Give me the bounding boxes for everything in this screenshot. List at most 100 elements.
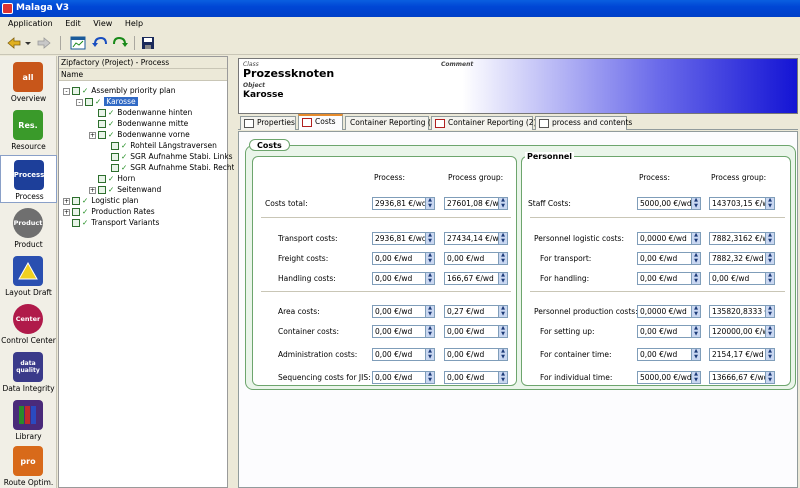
spinner-icon[interactable]: ▲ ▼ [765, 233, 774, 244]
tab-properties[interactable]: Properties [240, 116, 296, 130]
tree-node[interactable]: - ✓ Assembly priority plan [63, 85, 175, 96]
spinner-icon[interactable]: ▲ ▼ [498, 349, 507, 360]
save-icon[interactable] [140, 35, 156, 51]
menu-help[interactable]: Help [120, 17, 148, 31]
tab-process-and-contents[interactable]: process and contents [535, 116, 632, 130]
spinner-icon[interactable]: ▲ ▼ [425, 233, 434, 244]
sidebar-item-route-optim[interactable]: pro Route Optim. [0, 442, 57, 488]
spinner-icon[interactable]: ▲ ▼ [765, 198, 774, 209]
sidebar-item-data-integrity[interactable]: data quality Data Integrity [0, 348, 57, 396]
tree-node[interactable]: + ✓ Production Rates [63, 206, 155, 217]
process-value-field[interactable]: 2936,81 €/wd ▲ ▼ [372, 232, 435, 245]
back-arrow-icon[interactable] [6, 35, 22, 51]
process-group-value-field[interactable]: 143703,15 €/wd ▲ ▼ [709, 197, 775, 210]
process-group-value-field[interactable]: 0,00 €/wd ▲ ▼ [444, 325, 508, 338]
redo-icon[interactable] [112, 35, 128, 51]
spinner-icon[interactable]: ▲ ▼ [691, 349, 700, 360]
expand-toggle-icon[interactable]: + [63, 197, 70, 205]
tab-container-reporting-2[interactable]: Container Reporting (2) [431, 116, 537, 130]
spinner-icon[interactable]: ▲ ▼ [498, 372, 507, 383]
undo-icon[interactable] [92, 35, 108, 51]
process-group-value-field[interactable]: 27601,08 €/wd ▲ ▼ [444, 197, 508, 210]
menu-application[interactable]: Application [3, 17, 58, 31]
spinner-icon[interactable]: ▲ ▼ [425, 349, 434, 360]
spinner-icon[interactable]: ▲ ▼ [498, 253, 507, 264]
tree-node[interactable]: ✓ Rohteil Längstraversen [102, 140, 217, 151]
process-group-value-field[interactable]: 0,00 €/wd ▲ ▼ [709, 272, 775, 285]
spinner-icon[interactable]: ▲ ▼ [425, 306, 434, 317]
spinner-icon[interactable]: ▲ ▼ [691, 233, 700, 244]
tree-column-header[interactable]: Name [59, 69, 227, 81]
expand-toggle-icon[interactable]: - [76, 98, 83, 106]
sidebar-item-control-center[interactable]: Center Control Center [0, 300, 57, 348]
spinner-icon[interactable]: ▲ ▼ [498, 198, 507, 209]
tree-node[interactable]: ✓ Horn [89, 173, 135, 184]
process-value-field[interactable]: 0,00 €/wd ▲ ▼ [372, 371, 435, 384]
spinner-icon[interactable]: ▲ ▼ [498, 306, 507, 317]
tree-node[interactable]: ✓ Bodenwanne hinten [89, 107, 192, 118]
spinner-icon[interactable]: ▲ ▼ [498, 273, 507, 284]
tree-node[interactable]: ✓ Transport Variants [63, 217, 159, 228]
tree-node[interactable]: ✓ Bodenwanne mitte [89, 118, 188, 129]
spinner-icon[interactable]: ▲ ▼ [691, 372, 700, 383]
process-group-value-field[interactable]: 0,00 €/wd ▲ ▼ [444, 371, 508, 384]
sidebar-item-library[interactable]: Library [0, 396, 57, 444]
spinner-icon[interactable]: ▲ ▼ [691, 253, 700, 264]
process-value-field[interactable]: 5000,00 €/wd ▲ ▼ [637, 371, 701, 384]
spinner-icon[interactable]: ▲ ▼ [765, 273, 774, 284]
process-group-value-field[interactable]: 0,27 €/wd ▲ ▼ [444, 305, 508, 318]
spinner-icon[interactable]: ▲ ▼ [765, 326, 774, 337]
expand-toggle-icon[interactable]: + [89, 186, 96, 194]
spinner-icon[interactable]: ▲ ▼ [691, 326, 700, 337]
process-value-field[interactable]: 0,0000 €/wd ▲ ▼ [637, 305, 701, 318]
process-value-field[interactable]: 0,00 €/wd ▲ ▼ [372, 272, 435, 285]
process-group-value-field[interactable]: 27434,14 €/wd ▲ ▼ [444, 232, 508, 245]
process-value-field[interactable]: 5000,00 €/wd ▲ ▼ [637, 197, 701, 210]
process-group-value-field[interactable]: 0,00 €/wd ▲ ▼ [444, 348, 508, 361]
tree-node[interactable]: + ✓ Bodenwanne vorne [89, 129, 190, 140]
expand-toggle-icon[interactable]: + [89, 131, 96, 139]
process-group-value-field[interactable]: 0,00 €/wd ▲ ▼ [444, 252, 508, 265]
process-value-field[interactable]: 2936,81 €/wd ▲ ▼ [372, 197, 435, 210]
process-group-value-field[interactable]: 120000,00 €/wd ▲ ▼ [709, 325, 775, 338]
tab-costs[interactable]: Costs [298, 114, 343, 130]
process-value-field[interactable]: 0,0000 €/wd ▲ ▼ [637, 232, 701, 245]
sidebar-item-resource[interactable]: Res. Resource [0, 106, 57, 154]
spinner-icon[interactable]: ▲ ▼ [765, 306, 774, 317]
back-dropdown-icon[interactable] [24, 35, 32, 51]
sidebar-item-product[interactable]: Product Product [0, 204, 57, 252]
process-group-value-field[interactable]: 7882,3162 €/wd ▲ ▼ [709, 232, 775, 245]
process-group-value-field[interactable]: 135820,8333 €/wd▲▼ [709, 305, 775, 318]
process-value-field[interactable]: 0,00 €/wd ▲ ▼ [637, 325, 701, 338]
process-value-field[interactable]: 0,00 €/wd ▲ ▼ [637, 348, 701, 361]
process-value-field[interactable]: 0,00 €/wd ▲ ▼ [372, 348, 435, 361]
tab-container-reporting-1[interactable]: Container Reporting (1) [345, 116, 439, 130]
process-value-field[interactable]: 0,00 €/wd ▲ ▼ [372, 305, 435, 318]
spinner-icon[interactable]: ▲ ▼ [765, 253, 774, 264]
tree-node[interactable]: ✓ SGR Aufnahme Stabi. Links [102, 151, 233, 162]
process-value-field[interactable]: 0,00 €/wd ▲ ▼ [372, 252, 435, 265]
sidebar-item-process[interactable]: Process Process [0, 155, 57, 203]
spinner-icon[interactable]: ▲ ▼ [425, 198, 434, 209]
spinner-icon[interactable]: ▲ ▼ [425, 273, 434, 284]
process-group-value-field[interactable]: 2154,17 €/wd ▲ ▼ [709, 348, 775, 361]
spinner-icon[interactable]: ▲ ▼ [498, 233, 507, 244]
tree-node[interactable]: + ✓ Logistic plan [63, 195, 138, 206]
process-value-field[interactable]: 0,00 €/wd ▲ ▼ [372, 325, 435, 338]
menu-edit[interactable]: Edit [60, 17, 86, 31]
menu-view[interactable]: View [88, 17, 117, 31]
process-group-value-field[interactable]: 13666,67 €/wd ▲ ▼ [709, 371, 775, 384]
spinner-icon[interactable]: ▲ ▼ [691, 306, 700, 317]
process-group-value-field[interactable]: 7882,32 €/wd ▲ ▼ [709, 252, 775, 265]
expand-toggle-icon[interactable]: - [63, 87, 70, 95]
spinner-icon[interactable]: ▲ ▼ [498, 326, 507, 337]
chart-window-icon[interactable] [70, 35, 86, 51]
forward-arrow-icon[interactable] [36, 35, 52, 51]
spinner-icon[interactable]: ▲ ▼ [765, 349, 774, 360]
process-value-field[interactable]: 0,00 €/wd ▲ ▼ [637, 272, 701, 285]
process-group-value-field[interactable]: 166,67 €/wd ▲ ▼ [444, 272, 508, 285]
tree-node[interactable]: + ✓ Seitenwand [89, 184, 161, 195]
spinner-icon[interactable]: ▲ ▼ [765, 372, 774, 383]
spinner-icon[interactable]: ▲ ▼ [691, 273, 700, 284]
expand-toggle-icon[interactable]: + [63, 208, 70, 216]
